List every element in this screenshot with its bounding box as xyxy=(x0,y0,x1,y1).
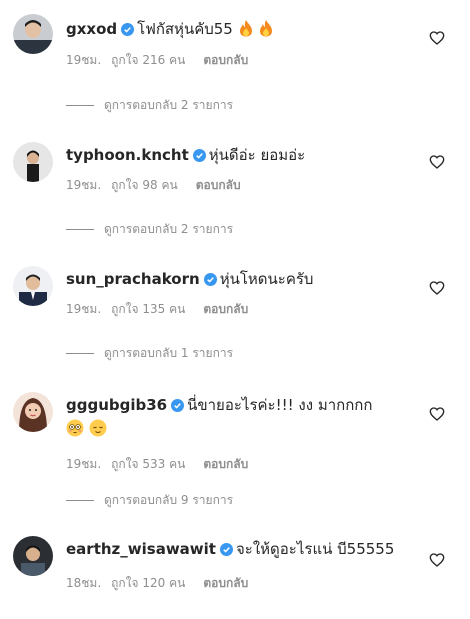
fire-emoji-icon xyxy=(258,19,274,43)
reply-button[interactable]: ตอบกลับ xyxy=(196,176,241,195)
avatar[interactable] xyxy=(13,536,53,576)
likes-count[interactable]: ถูกใจ 216 คน xyxy=(111,51,185,70)
heart-icon[interactable] xyxy=(429,406,445,422)
username[interactable]: earthz_wisawawit xyxy=(66,540,216,558)
reply-button[interactable]: ตอบกลับ xyxy=(203,51,248,70)
comment-text: จะให้ดูอะไรแน่ บี55555 xyxy=(235,540,395,558)
verified-badge-icon xyxy=(192,146,206,168)
comment-text: หุ่นโหดนะครับ xyxy=(219,270,314,288)
heart-icon[interactable] xyxy=(429,552,445,568)
view-replies-link[interactable]: ดูการตอบกลับ 9 รายการ xyxy=(66,491,233,510)
verified-badge-icon xyxy=(121,20,135,42)
comment-item: typhoon.kncht หุ่นดีอ่ะ ยอมอ่ะ 19ชม. ถูกใ… xyxy=(0,130,470,248)
verified-badge-icon xyxy=(171,396,185,418)
view-replies-label: ดูการตอบกลับ 2 รายการ xyxy=(104,98,234,112)
comment-item: gggubgib36 นี่ขายอะไรค่ะ!!! งง มากกกก 19ช… xyxy=(0,378,470,518)
divider xyxy=(66,353,94,354)
divider xyxy=(66,105,94,106)
view-replies-label: ดูการตอบกลับ 9 รายการ xyxy=(104,493,234,507)
reply-button[interactable]: ตอบกลับ xyxy=(203,455,248,474)
likes-count[interactable]: ถูกใจ 120 คน xyxy=(111,574,185,593)
likes-count[interactable]: ถูกใจ 135 คน xyxy=(111,300,185,319)
comment-text: นี่ขายอะไรค่ะ!!! งง มากกกก xyxy=(187,396,373,414)
comment-time: 18ชม. xyxy=(66,576,102,590)
username[interactable]: sun_prachakorn xyxy=(66,270,200,288)
view-replies-link[interactable]: ดูการตอบกลับ 1 รายการ xyxy=(66,344,233,363)
username[interactable]: typhoon.kncht xyxy=(66,146,189,164)
view-replies-label: ดูการตอบกลับ 1 รายการ xyxy=(104,346,234,360)
avatar[interactable] xyxy=(13,142,53,182)
username[interactable]: gggubgib36 xyxy=(66,396,167,414)
comment-text: โฟกัสหุ่นคับ55 xyxy=(137,20,233,38)
comment-time: 19ชม. xyxy=(66,302,102,316)
likes-count[interactable]: ถูกใจ 98 คน xyxy=(111,176,178,195)
heart-icon[interactable] xyxy=(429,154,445,170)
reply-button[interactable]: ตอบกลับ xyxy=(203,300,248,319)
comment-time: 19ชม. xyxy=(66,53,102,67)
username[interactable]: gxxod xyxy=(66,20,117,38)
divider xyxy=(66,500,94,501)
avatar[interactable] xyxy=(13,14,53,54)
view-replies-link[interactable]: ดูการตอบกลับ 2 รายการ xyxy=(66,220,233,239)
reply-button[interactable]: ตอบกลับ xyxy=(203,574,248,593)
comment-item: gxxod โฟกัสหุ่นคับ55 19ชม. ถูกใจ 216 คน ต… xyxy=(0,0,470,130)
comment-time: 19ชม. xyxy=(66,178,102,192)
comment-item: sun_prachakorn หุ่นโหดนะครับ 19ชม. ถูกใจ … xyxy=(0,248,470,378)
verified-badge-icon xyxy=(203,270,217,292)
view-replies-link[interactable]: ดูการตอบกลับ 2 รายการ xyxy=(66,96,233,115)
flushed-face-emoji-icon xyxy=(66,419,84,443)
verified-badge-icon xyxy=(219,540,233,562)
heart-icon[interactable] xyxy=(429,30,445,46)
comment-text: หุ่นดีอ่ะ ยอมอ่ะ xyxy=(208,146,306,164)
heart-icon[interactable] xyxy=(429,280,445,296)
view-replies-label: ดูการตอบกลับ 2 รายการ xyxy=(104,222,234,236)
comment-time: 19ชม. xyxy=(66,457,102,471)
divider xyxy=(66,229,94,230)
fire-emoji-icon xyxy=(238,19,254,43)
comment-item: earthz_wisawawit จะให้ดูอะไรแน่ บี55555 1… xyxy=(0,518,470,619)
relieved-face-emoji-icon xyxy=(89,419,107,443)
avatar[interactable] xyxy=(13,392,53,432)
avatar[interactable] xyxy=(13,266,53,306)
likes-count[interactable]: ถูกใจ 533 คน xyxy=(111,455,185,474)
